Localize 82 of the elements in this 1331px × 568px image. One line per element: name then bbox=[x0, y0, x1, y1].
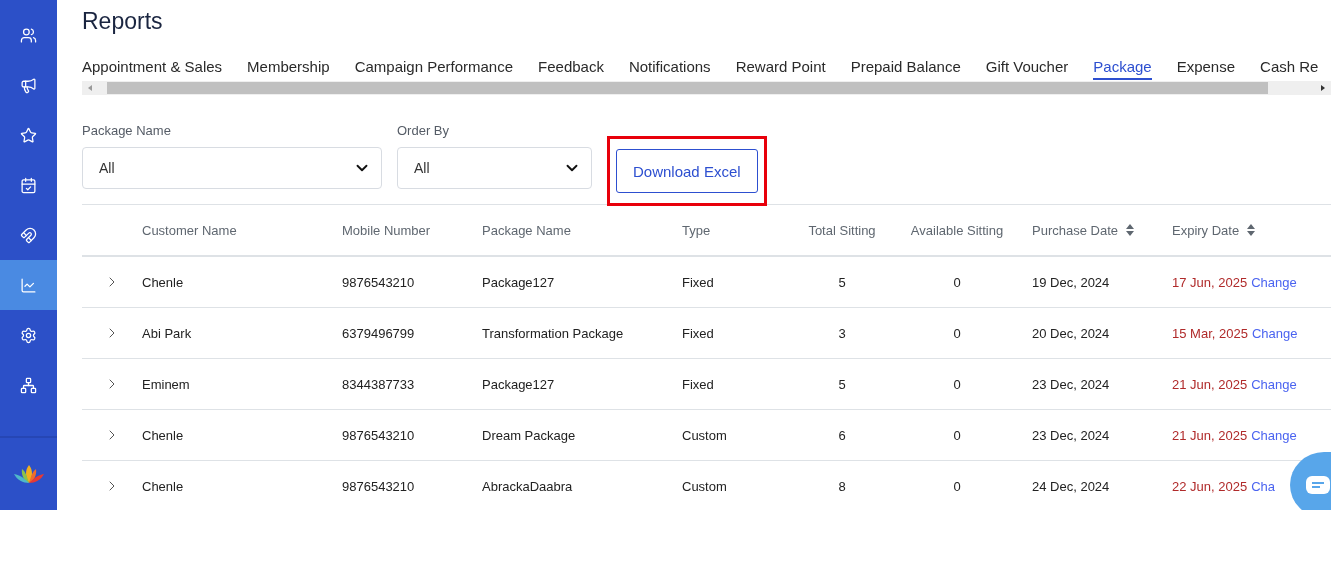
table-cell-text: Chenle bbox=[142, 274, 185, 290]
expiry-date: 15 Mar, 2025 bbox=[1172, 325, 1248, 341]
table-cell-text: Fixed bbox=[682, 274, 715, 290]
chat-icon bbox=[1306, 476, 1330, 494]
column-header: Customer Name bbox=[142, 222, 238, 238]
table-cell-text: 9876543210 bbox=[342, 427, 416, 443]
table-cell-text: 23 Dec, 2024 bbox=[1031, 427, 1111, 443]
table-cell-text: 0 bbox=[952, 325, 962, 341]
table-cell-text: Transformation Package bbox=[482, 325, 625, 341]
sort-icon[interactable] bbox=[1247, 224, 1256, 236]
expiry-date: 17 Jun, 2025 bbox=[1172, 274, 1248, 290]
report-tab[interactable]: Membership bbox=[247, 58, 330, 80]
expiry-date: 22 Jun, 2025 bbox=[1172, 478, 1248, 494]
page-title: Reports bbox=[82, 8, 164, 36]
table-cell-text: 0 bbox=[952, 376, 962, 392]
table-cell-text: 23 Dec, 2024 bbox=[1031, 376, 1111, 392]
table-cell-text: 5 bbox=[837, 274, 847, 290]
report-tab[interactable]: Cash Re bbox=[1260, 58, 1319, 80]
table-cell-text: Eminem bbox=[142, 376, 191, 392]
table-cell-text: 9876543210 bbox=[342, 274, 416, 290]
download-excel-button[interactable]: Download Excel bbox=[616, 149, 758, 193]
table-cell-text: Custom bbox=[682, 478, 728, 494]
table-cell-text: Fixed bbox=[682, 325, 715, 341]
column-header: Total Sitting bbox=[807, 222, 877, 238]
column-header: Mobile Number bbox=[342, 222, 432, 238]
table-cell-text: 20 Dec, 2024 bbox=[1031, 325, 1111, 341]
hierarchy-icon bbox=[20, 376, 37, 394]
lotus-logo bbox=[13, 465, 44, 483]
filter-label: Package Name bbox=[82, 123, 172, 138]
filter-label: Order By bbox=[397, 123, 450, 138]
column-header: Type bbox=[682, 222, 712, 238]
table-cell-text: Chenle bbox=[142, 478, 185, 494]
magnet-icon bbox=[20, 226, 37, 244]
sort-icon[interactable] bbox=[1126, 224, 1134, 236]
table-cell-text: 6 bbox=[837, 427, 847, 443]
table-cell-text: Package127 bbox=[482, 376, 556, 392]
chart-icon bbox=[20, 276, 37, 294]
table-cell-text: 6379496799 bbox=[342, 325, 416, 341]
report-tab[interactable]: Prepaid Balance bbox=[850, 58, 961, 80]
megaphone-icon bbox=[20, 76, 37, 94]
column-header: Available Sitting bbox=[909, 222, 1005, 238]
table-cell-text: Chenle bbox=[142, 427, 185, 443]
column-header[interactable]: Purchase Date bbox=[1012, 222, 1152, 238]
table-cell-text: 24 Dec, 2024 bbox=[1031, 478, 1111, 494]
table-cell-text: 8 bbox=[837, 478, 847, 494]
column-header: Package Name bbox=[482, 222, 572, 238]
calendar-icon bbox=[20, 176, 37, 194]
change-link[interactable]: Cha bbox=[1251, 478, 1276, 494]
table-cell-text: 0 bbox=[952, 478, 962, 494]
star-icon bbox=[20, 126, 37, 144]
change-link[interactable]: Change bbox=[1251, 325, 1298, 341]
report-tab[interactable]: Reward Point bbox=[735, 58, 826, 80]
table-cell-text: AbrackaDaabra bbox=[482, 478, 574, 494]
change-link[interactable]: Change bbox=[1251, 427, 1297, 443]
users-icon bbox=[20, 26, 37, 44]
expiry-date: 21 Jun, 2025 bbox=[1172, 376, 1248, 392]
dropdown-select[interactable]: All bbox=[82, 147, 382, 189]
table-cell-text: Custom bbox=[682, 427, 728, 443]
report-tab[interactable]: Appointment & Sales bbox=[82, 58, 223, 80]
table-cell-text: Abi Park bbox=[142, 325, 193, 341]
table-cell-text: 5 bbox=[837, 376, 847, 392]
report-tab[interactable]: Gift Voucher bbox=[985, 58, 1069, 80]
table-cell-text: 19 Dec, 2024 bbox=[1031, 274, 1111, 290]
report-tab[interactable]: Feedback bbox=[538, 58, 604, 80]
column-header[interactable]: Expiry Date bbox=[1152, 222, 1331, 238]
table-cell-text: Package127 bbox=[482, 274, 556, 290]
table-cell-text: 3 bbox=[837, 325, 847, 341]
report-tab[interactable]: Campaign Performance bbox=[354, 58, 514, 80]
table-cell-text: 8344387733 bbox=[342, 376, 416, 392]
table-cell-text: 0 bbox=[952, 427, 962, 443]
table-cell-text: 0 bbox=[952, 274, 962, 290]
table-cell-text: Dream Package bbox=[482, 427, 577, 443]
table-cell-text: Fixed bbox=[682, 376, 715, 392]
dropdown-select[interactable]: All bbox=[397, 147, 592, 189]
change-link[interactable]: Change bbox=[1251, 376, 1297, 392]
table-cell-text: 9876543210 bbox=[342, 478, 416, 494]
report-tab[interactable]: Notifications bbox=[628, 58, 711, 80]
expiry-date: 21 Jun, 2025 bbox=[1172, 427, 1248, 443]
settings-icon bbox=[20, 326, 37, 344]
change-link[interactable]: Change bbox=[1251, 274, 1297, 290]
horizontal-scrollbar[interactable] bbox=[82, 81, 1331, 95]
report-tab[interactable]: Expense bbox=[1176, 58, 1236, 80]
